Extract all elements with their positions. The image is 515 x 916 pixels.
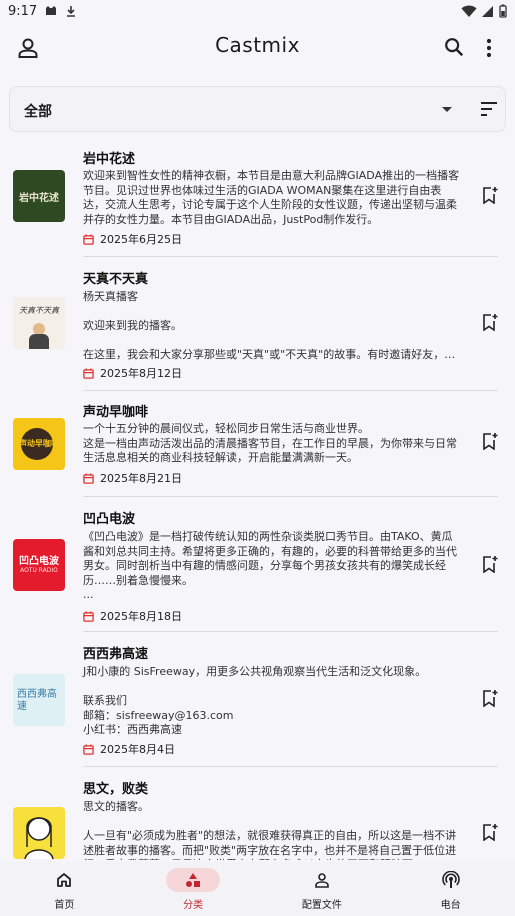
filter-label: 全部 [24,104,52,120]
calendar-icon [83,472,94,484]
podcast-title: 凹凸电波 [83,512,136,527]
podcast-title: 天真不天真 [83,272,149,287]
date-row: 2025年8月12日 [83,365,182,381]
bookmark-add-icon[interactable] [482,186,498,204]
podcast-description: 思文的播客。 人一旦有"必须成为胜者"的想法，就很难获得真正的自由，所以这是一档… [83,800,457,860]
cover-subtext: AOTU RADIO [20,567,58,574]
date-row: 2025年6月25日 [83,231,182,247]
podcast-list: 岩中花述 岩中花述 欢迎来到智性女性的精神衣橱，本节目是由意大利品牌GIADA推… [0,138,515,863]
podcast-description: 一个十五分钟的晨间仪式，轻松同步日常生活与商业世界。 这是一档由声动活泼出品的清… [83,422,457,464]
podcast-date: 2025年8月21日 [100,472,182,485]
download-icon [67,6,76,17]
calendar-icon [83,233,94,245]
app-notification-icon [46,6,57,15]
app-bar: Castmix [0,26,515,70]
date-row: 2025年8月4日 [83,741,175,757]
more-vert-icon[interactable] [480,36,498,60]
podcast-date: 2025年8月18日 [100,610,182,623]
podcast-cover [13,807,65,859]
nav-profile[interactable]: 配置文件 [258,862,387,916]
category-icon [186,873,201,887]
cover-text: 天真不天真 [19,306,59,315]
divider [83,766,498,767]
wifi-icon [461,5,477,17]
cover-illustration [24,817,54,859]
nav-label: 分类 [183,900,204,911]
podcast-cover: 岩中花述 [13,170,65,222]
calendar-icon [83,743,94,755]
podcast-description: 杨天真播客 欢迎来到我的播客。 在这里，我会和大家分享那些或"天真"或"不天真"… [83,290,456,361]
status-time: 9:17 [8,3,38,19]
signal-icon [482,5,493,17]
nav-label: 配置文件 [301,900,342,911]
bookmark-add-icon[interactable] [482,823,498,841]
podcast-date: 2025年8月4日 [100,743,175,756]
divider [83,496,498,497]
divider [83,631,498,632]
cover-text: 西西弗高速 [17,689,57,712]
bottom-navigation: 首页 分类 配置文件 电台 [0,862,515,916]
home-icon [57,873,72,887]
date-row: 2025年8月21日 [83,470,182,486]
profile-icon [315,873,329,888]
nav-category[interactable]: 分类 [129,862,258,916]
category-filter-dropdown[interactable]: 全部 [9,86,506,132]
bookmark-add-icon[interactable] [482,689,498,707]
cover-text: 凹凸电波 [19,556,59,567]
search-icon[interactable] [443,36,465,58]
app-title: Castmix [215,33,300,57]
nav-home[interactable]: 首页 [0,862,129,916]
podcast-date: 2025年6月25日 [100,233,182,246]
calendar-icon [83,367,94,379]
sort-icon[interactable] [480,101,498,117]
podcast-title: 思文，败类 [83,782,149,797]
podcast-cover: 凹凸电波 AOTU RADIO [13,539,65,591]
bookmark-add-icon[interactable] [482,432,498,450]
podcast-description: 欢迎来到智性女性的精神衣橱，本节目是由意大利品牌GIADA推出的一档播客节目。见… [83,169,460,226]
calendar-icon [83,610,94,622]
cover-text: 岩中花述 [19,193,59,204]
podcast-title: 岩中花述 [83,152,136,167]
podcast-title: 声动早咖啡 [83,405,149,420]
podcast-description: J和小康的 SisFreeway，用更多公共视角观察当代生活和泛文化现象。 联系… [83,665,427,736]
podcast-title: 西西弗高速 [83,647,149,662]
date-row: 2025年8月18日 [83,608,182,624]
podcast-cover: 声动早咖啡 [13,418,65,470]
podcast-cover: 天真不天真 [13,297,65,349]
status-bar: 9:17 [0,0,515,22]
cover-text: 声动早咖啡 [19,439,59,448]
podcast-icon [441,871,460,888]
divider [83,256,498,257]
divider [83,390,498,391]
bookmark-add-icon[interactable] [482,313,498,331]
battery-icon [499,4,507,18]
podcast-cover: 西西弗高速 [13,674,65,726]
podcast-description: 《凹凸电波》是一档打破传统认知的两性杂谈类脱口秀节目。由TAKO、黄瓜酱和刘总共… [83,530,457,601]
podcast-date: 2025年8月12日 [100,367,182,380]
dropdown-arrow-icon [442,107,452,112]
nav-label: 首页 [54,900,75,911]
nav-radio[interactable]: 电台 [386,862,515,916]
nav-label: 电台 [440,900,461,911]
bookmark-add-icon[interactable] [482,555,498,573]
